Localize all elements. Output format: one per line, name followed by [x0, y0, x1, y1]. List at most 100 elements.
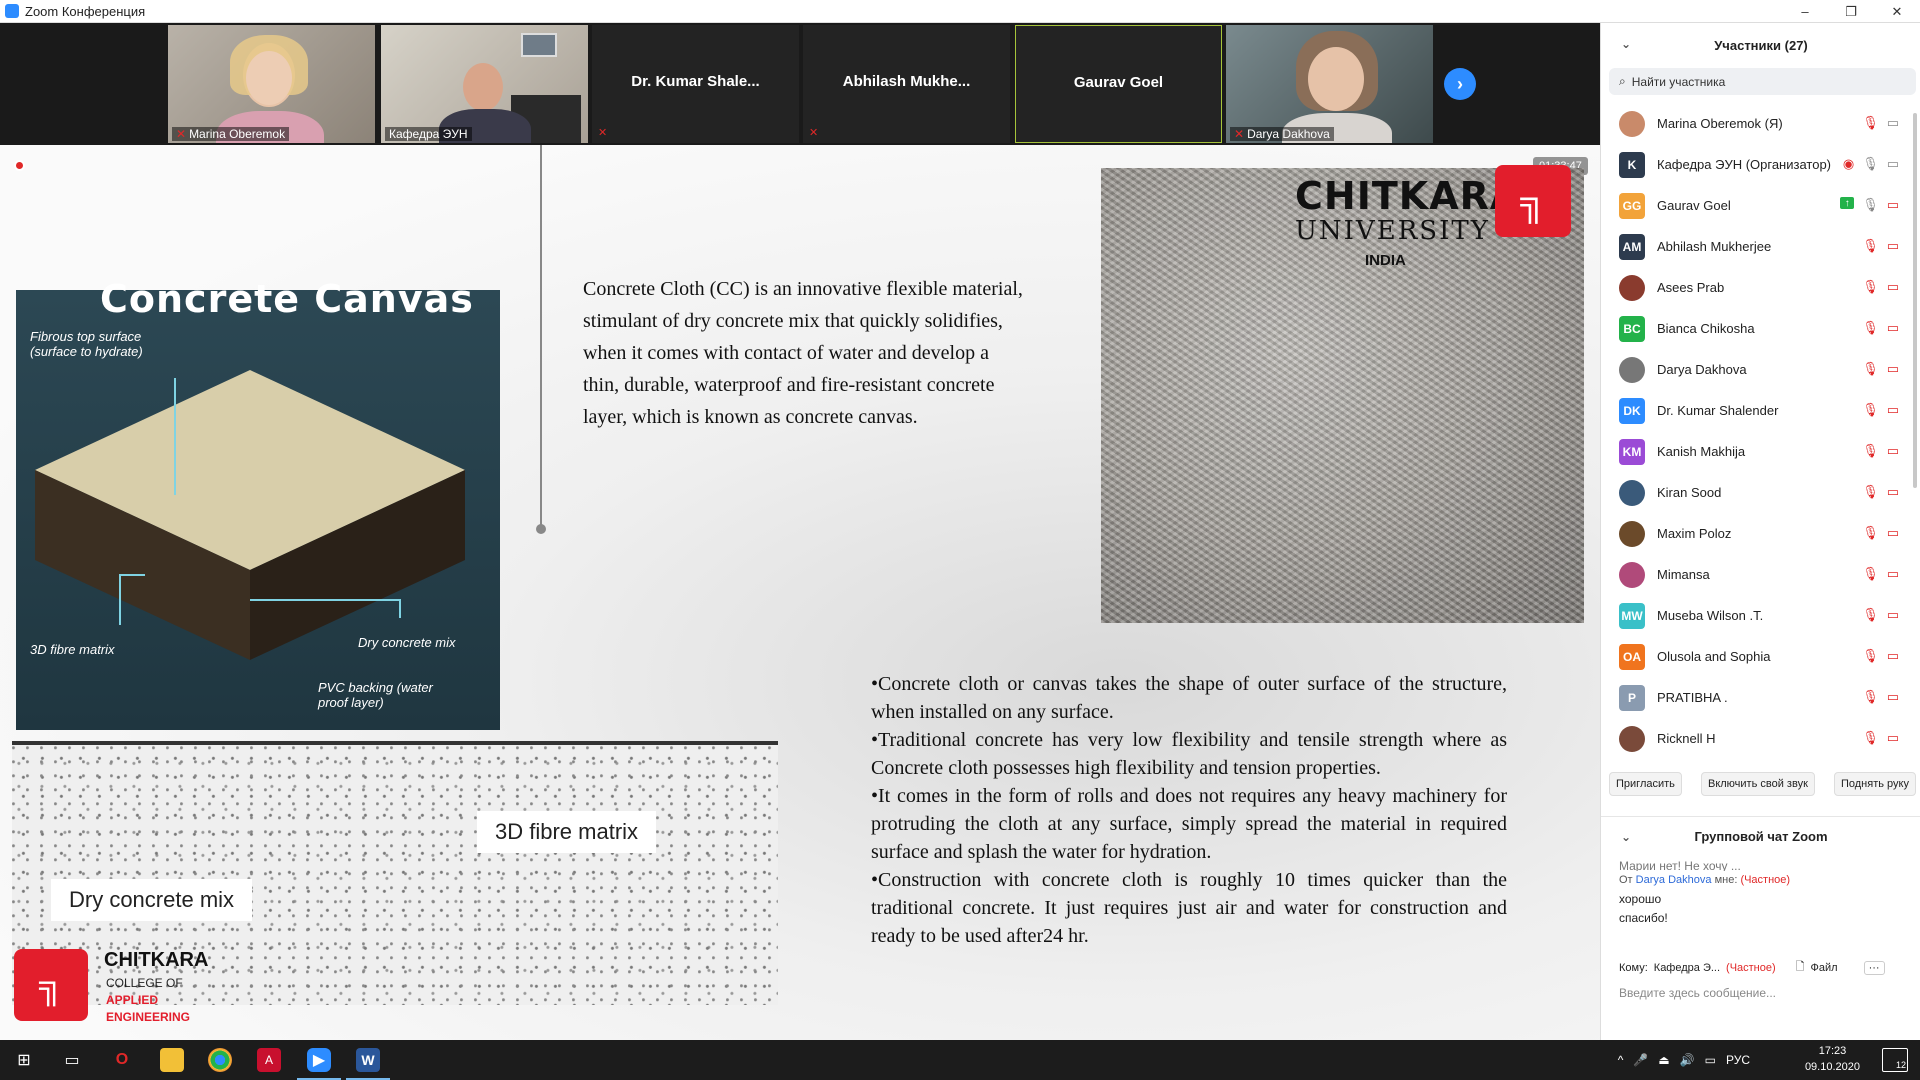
participant-status-icons: 🎙 ▭ [1862, 566, 1899, 582]
mic-muted-icon[interactable]: 🎙 [1862, 115, 1879, 131]
participant-search-input[interactable]: ⌕ Найти участника [1609, 68, 1916, 95]
mic-muted-icon: ✕ [598, 127, 608, 139]
task-view-icon[interactable]: ▭ [60, 1048, 84, 1072]
participant-row[interactable]: P PRATIBHA . 🎙 ▭ [1601, 677, 1920, 718]
bullet-1: •Concrete cloth or canvas takes the shap… [871, 673, 1507, 723]
participant-row[interactable]: GG Gaurav Goel ↑ 🎙 ▭ [1601, 185, 1920, 226]
participant-row[interactable]: K Кафедра ЭУН (Организатор) ◉ 🎙 ▭ [1601, 144, 1920, 185]
mic-muted-icon[interactable]: 🎙 [1862, 238, 1879, 254]
mic-muted-icon[interactable]: 🎙 [1862, 689, 1879, 705]
participant-row[interactable]: Darya Dakhova 🎙 ▭ [1601, 349, 1920, 390]
mic-muted-icon[interactable]: 🎙 [1862, 525, 1879, 541]
more-options-button[interactable]: ··· [1863, 960, 1885, 975]
close-button[interactable]: ✕ [1874, 0, 1920, 23]
participant-name: Kanish Makhija [1657, 444, 1746, 459]
zoom-taskbar-icon[interactable]: ▶ [297, 1048, 341, 1080]
file-icon[interactable]: 🗋 [1796, 958, 1805, 977]
video-off-icon[interactable]: ▭ [1887, 279, 1899, 295]
invite-button[interactable]: Пригласить [1609, 772, 1682, 796]
taskbar-clock[interactable]: 17:23 09.10.2020 [1805, 1043, 1860, 1075]
participant-row[interactable]: Maxim Poloz 🎙 ▭ [1601, 513, 1920, 554]
collapse-chevron-icon[interactable]: ⌄ [1621, 37, 1631, 51]
mic-muted-icon[interactable]: 🎙 [1862, 361, 1879, 377]
mic-muted-icon[interactable]: 🎙 [1862, 648, 1879, 664]
share-screen-icon: ↑ [1840, 197, 1855, 209]
mic-muted-icon[interactable]: 🎙 [1862, 279, 1879, 295]
mic-muted-icon[interactable]: 🎙 [1862, 607, 1879, 623]
chat-message-input[interactable]: Введите здесь сообщение... [1619, 986, 1776, 1000]
collapse-chevron-icon[interactable]: ⌄ [1621, 830, 1631, 844]
file-explorer-icon[interactable] [160, 1048, 184, 1072]
restore-button[interactable]: ❐ [1828, 0, 1874, 23]
volume-icon[interactable]: 🔊 [1680, 1053, 1695, 1067]
participant-row[interactable]: OA Olusola and Sophia 🎙 ▭ [1601, 636, 1920, 677]
raise-hand-button[interactable]: Поднять руку [1833, 772, 1916, 796]
microphone-icon[interactable]: 🎤 [1633, 1053, 1648, 1067]
participant-row[interactable]: Mimansa 🎙 ▭ [1601, 554, 1920, 595]
mic-icon[interactable]: 🎙 [1862, 197, 1879, 213]
notifications-icon[interactable]: 12 [1882, 1048, 1908, 1072]
participant-scrollbar[interactable] [1913, 113, 1917, 488]
video-tile-marina[interactable]: ✕ Marina Oberemok [168, 25, 375, 143]
mic-muted-icon[interactable]: 🎙 [1862, 566, 1879, 582]
file-button[interactable]: Файл [1811, 962, 1838, 974]
video-tile-kumar[interactable]: Dr. Kumar Shale... ✕ [592, 25, 799, 143]
participant-row[interactable]: Marina Oberemok (Я) 🎙 ▭ [1601, 103, 1920, 144]
video-on-icon[interactable]: ▭ [1887, 156, 1899, 172]
chevron-right-icon[interactable]: › [1444, 68, 1476, 100]
mic-muted-icon[interactable]: 🎙 [1862, 484, 1879, 500]
video-off-icon[interactable]: ▭ [1887, 607, 1899, 623]
video-off-icon[interactable]: ▭ [1887, 689, 1899, 705]
video-off-icon[interactable]: ▭ [1887, 648, 1899, 664]
mic-muted-icon[interactable]: 🎙 [1862, 402, 1879, 418]
video-off-icon[interactable]: ▭ [1887, 320, 1899, 336]
participant-status-icons: 🎙 ▭ [1862, 279, 1899, 295]
network-icon[interactable]: ▭ [1705, 1053, 1716, 1067]
video-tile-abhilash[interactable]: Abhilash Mukhe... ✕ [803, 25, 1010, 143]
mic-muted-icon[interactable]: 🎙 [1862, 320, 1879, 336]
mic-icon[interactable]: 🎙 [1862, 156, 1879, 172]
college-text-3: APPLIED [106, 993, 159, 1007]
participant-status-icons: 🎙 ▭ [1862, 320, 1899, 336]
video-on-icon[interactable]: ▭ [1887, 115, 1899, 131]
video-off-icon[interactable]: ▭ [1887, 566, 1899, 582]
participant-name: PRATIBHA . [1657, 690, 1728, 705]
language-indicator[interactable]: РУС [1726, 1053, 1750, 1067]
video-off-icon[interactable]: ▭ [1887, 484, 1899, 500]
participant-row[interactable]: AM Abhilash Mukherjee 🎙 ▭ [1601, 226, 1920, 267]
video-off-icon[interactable]: ▭ [1887, 443, 1899, 459]
minimize-button[interactable]: – [1782, 0, 1828, 23]
participant-row[interactable]: Asees Prab 🎙 ▭ [1601, 267, 1920, 308]
video-tile-kafedra[interactable]: Кафедра ЭУН [381, 25, 588, 143]
acrobat-icon[interactable]: A [257, 1048, 281, 1072]
participant-row[interactable]: DK Dr. Kumar Shalender 🎙 ▭ [1601, 390, 1920, 431]
label-fibrous-surface: Fibrous top surface (surface to hydrate) [30, 329, 143, 359]
video-tile-darya[interactable]: ✕ Darya Dakhova [1226, 25, 1433, 143]
windows-start-icon[interactable]: ⊞ [12, 1048, 36, 1072]
chat-recipient-select[interactable]: Кафедра Э... [1654, 962, 1720, 974]
avatar: P [1619, 684, 1645, 711]
slide-bullets: •Concrete cloth or canvas takes the shap… [871, 670, 1507, 950]
participant-row[interactable]: MW Museba Wilson .T. 🎙 ▭ [1601, 595, 1920, 636]
opera-icon[interactable]: O [110, 1048, 134, 1072]
unmute-self-button[interactable]: Включить свой звук [1700, 772, 1815, 796]
video-tile-gaurav[interactable]: Gaurav Goel [1015, 25, 1222, 143]
mic-muted-icon[interactable]: 🎙 [1862, 443, 1879, 459]
video-off-icon[interactable]: ▭ [1887, 197, 1899, 213]
participant-row[interactable]: Ricknell H 🎙 ▭ [1601, 718, 1920, 759]
video-off-icon[interactable]: ▭ [1887, 525, 1899, 541]
video-off-icon[interactable]: ▭ [1887, 730, 1899, 746]
participant-row[interactable]: Kiran Sood 🎙 ▭ [1601, 472, 1920, 513]
chevron-up-icon[interactable]: ^ [1618, 1053, 1624, 1067]
mic-muted-icon[interactable]: 🎙 [1862, 730, 1879, 746]
word-icon[interactable]: W [346, 1048, 390, 1080]
video-off-icon[interactable]: ▭ [1887, 361, 1899, 377]
video-off-icon[interactable]: ▭ [1887, 402, 1899, 418]
video-off-icon[interactable]: ▭ [1887, 238, 1899, 254]
chrome-icon[interactable] [208, 1048, 232, 1072]
avatar: GG [1619, 192, 1645, 219]
usb-icon[interactable]: ⏏ [1658, 1053, 1669, 1067]
participant-row[interactable]: BC Bianca Chikosha 🎙 ▭ [1601, 308, 1920, 349]
participant-row[interactable]: KM Kanish Makhija 🎙 ▭ [1601, 431, 1920, 472]
chat-sender-link[interactable]: Darya Dakhova [1636, 874, 1712, 886]
